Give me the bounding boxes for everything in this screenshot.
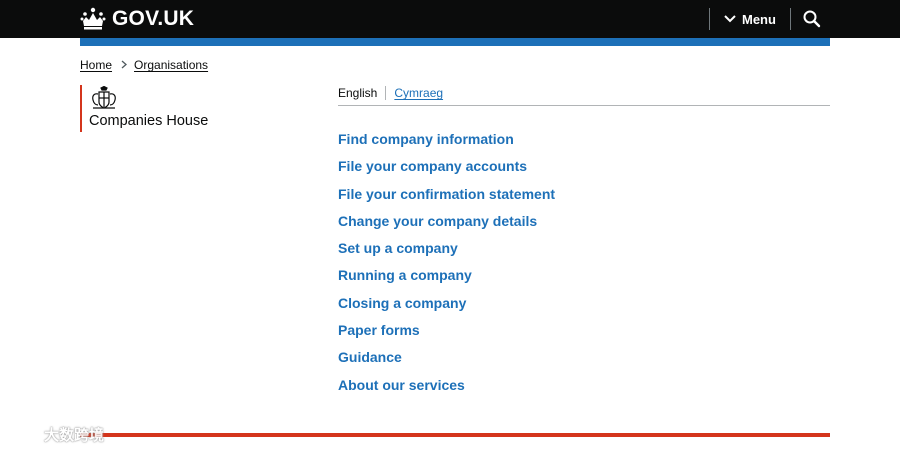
list-item: File your confirmation statement <box>338 184 555 211</box>
language-divider <box>385 86 387 100</box>
header-separator <box>790 8 791 30</box>
watermark-logo-icon <box>10 428 37 441</box>
menu-label: Menu <box>742 11 776 27</box>
list-item: Closing a company <box>338 293 555 320</box>
header-separator <box>709 8 710 30</box>
link-set-up-company[interactable]: Set up a company <box>338 240 458 256</box>
breadcrumb-organisations[interactable]: Organisations <box>134 58 208 72</box>
govuk-logo-link[interactable]: GOV.UK <box>80 5 194 33</box>
header-blue-bar <box>80 38 830 46</box>
link-running-company[interactable]: Running a company <box>338 267 472 283</box>
chevron-right-icon <box>121 58 128 72</box>
language-current: English <box>338 86 378 100</box>
list-item: Find company information <box>338 129 555 156</box>
list-item: Guidance <box>338 347 555 374</box>
list-item: Paper forms <box>338 320 555 347</box>
list-item: Running a company <box>338 265 555 292</box>
language-rule <box>338 105 830 106</box>
menu-button[interactable]: Menu <box>724 9 776 29</box>
link-guidance[interactable]: Guidance <box>338 349 402 365</box>
service-links: Find company information File your compa… <box>338 129 555 402</box>
language-switcher: English Cymraeg <box>338 86 443 100</box>
chevron-down-icon <box>724 15 736 23</box>
list-item: File your company accounts <box>338 156 555 183</box>
organisation-name: Companies House <box>89 113 209 129</box>
crown-icon <box>80 7 106 30</box>
organisation-logo: Companies House <box>80 85 208 132</box>
list-item: About our services <box>338 375 555 402</box>
link-paper-forms[interactable]: Paper forms <box>338 322 420 338</box>
site-header: GOV.UK Menu <box>0 0 900 38</box>
link-change-company-details[interactable]: Change your company details <box>338 213 537 229</box>
watermark-text: 大数跨境 <box>44 427 105 444</box>
search-icon <box>803 10 821 28</box>
search-button[interactable] <box>802 9 822 29</box>
link-closing-company[interactable]: Closing a company <box>338 295 466 311</box>
watermark: 大数跨境 <box>8 424 104 445</box>
link-file-confirmation-statement[interactable]: File your confirmation statement <box>338 186 555 202</box>
link-file-company-accounts[interactable]: File your company accounts <box>338 158 527 174</box>
link-about-services[interactable]: About our services <box>338 377 465 393</box>
link-find-company-information[interactable]: Find company information <box>338 131 514 147</box>
breadcrumb-home[interactable]: Home <box>80 58 112 72</box>
list-item: Set up a company <box>338 238 555 265</box>
breadcrumb: Home Organisations <box>80 58 208 72</box>
footer-red-rule <box>80 433 830 437</box>
logo-text: GOV.UK <box>112 7 195 30</box>
royal-crest-icon <box>92 86 116 109</box>
list-item: Change your company details <box>338 211 555 238</box>
language-link-cymraeg[interactable]: Cymraeg <box>394 86 443 100</box>
